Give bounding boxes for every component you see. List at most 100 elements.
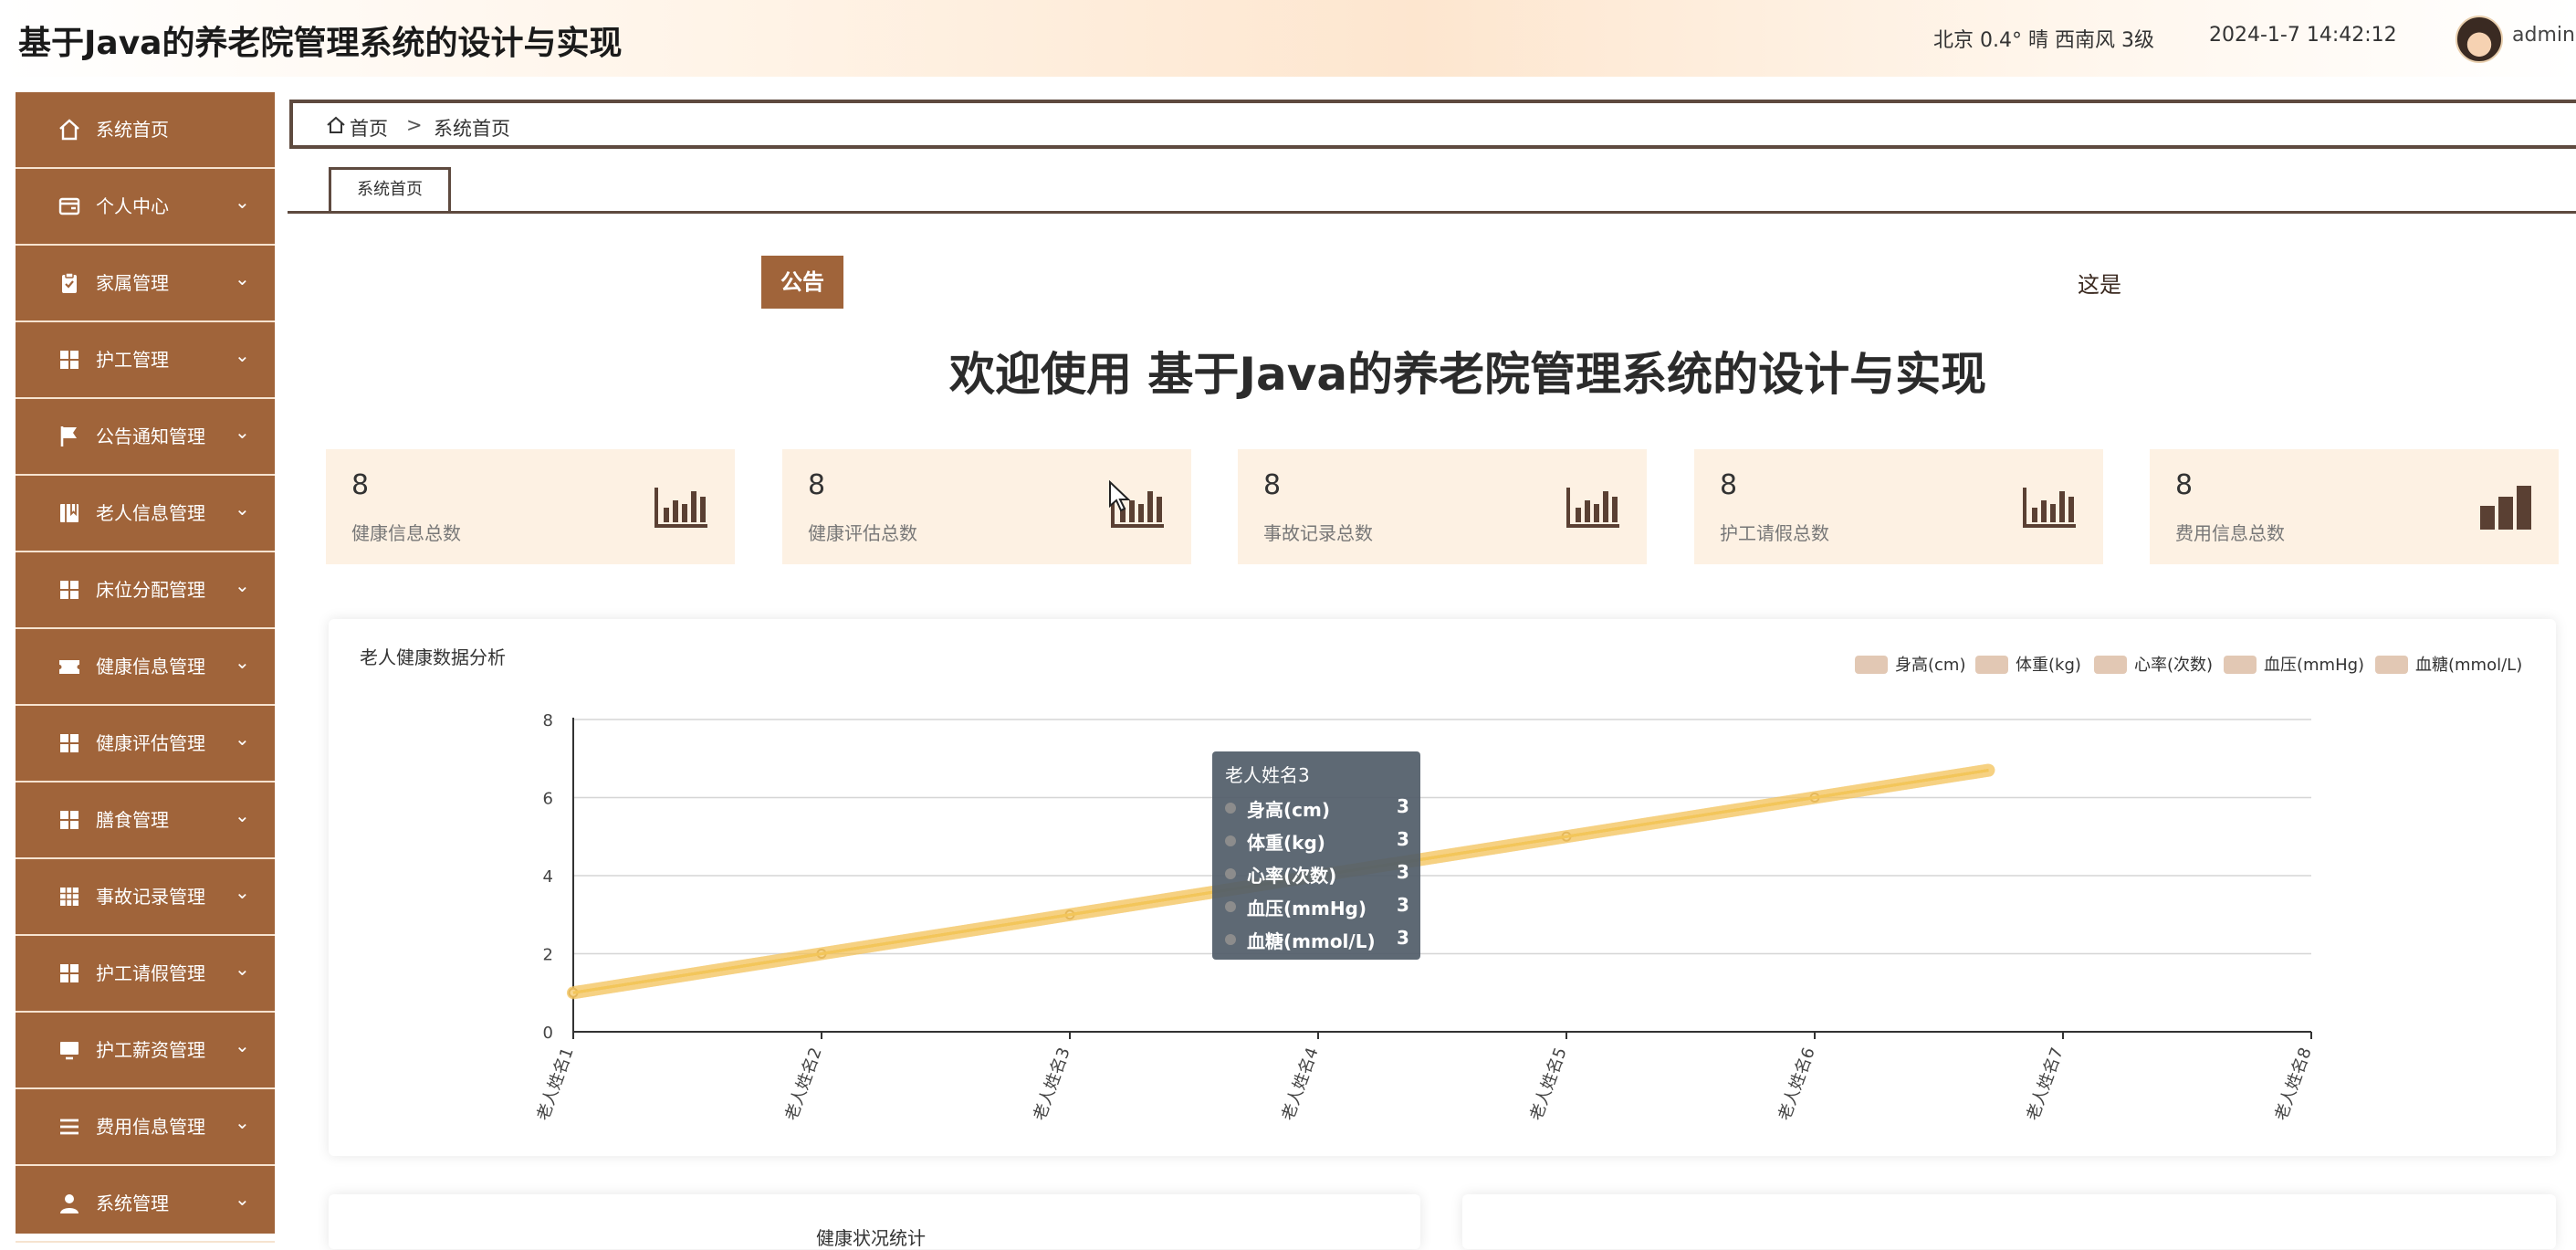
sidebar-item-5[interactable]: 老人信息管理 ⌄ (16, 476, 275, 552)
sidebar-item-10[interactable]: 事故记录管理 ⌄ (16, 859, 275, 936)
tooltip-dot (1225, 868, 1236, 879)
sidebar-item-4[interactable]: 公告通知管理 ⌄ (16, 399, 275, 476)
username[interactable]: admin (2512, 24, 2575, 47)
sidebar-item-11[interactable]: 护工请假管理 ⌄ (16, 936, 275, 1013)
sidebar-item-2[interactable]: 家属管理 ⌄ (16, 246, 275, 322)
x-tick-label: 老人姓名3 (1030, 1045, 1073, 1124)
user-icon (60, 1194, 79, 1213)
tooltip-series-value: 3 (1397, 828, 1409, 850)
stat-value: 8 (1263, 469, 1282, 501)
top-header: 基于Java的养老院管理系统的设计与实现 北京 0.4° 晴 西南风 3级 20… (0, 0, 2576, 77)
tooltip-series-name: 身高(cm) (1247, 799, 1330, 821)
bar-chart-icon (2023, 488, 2076, 528)
sidebar-item-label: 系统首页 (96, 119, 169, 141)
sidebar-item-label: 公告通知管理 (96, 425, 205, 447)
sidebar-item-label: 个人中心 (96, 195, 169, 217)
sidebar-item-6[interactable]: 床位分配管理 ⌄ (16, 552, 275, 629)
stat-card: 8 事故记录总数 (1238, 449, 1647, 564)
grid-icon (60, 811, 79, 829)
chevron-down-icon: ⌄ (235, 651, 250, 673)
list-icon (60, 1119, 79, 1135)
chart-tooltip: 老人姓名3 身高(cm) 3 体重(kg) 3 心率(次数) 3 血压(mmHg) 3 血糖(m… (1212, 751, 1420, 960)
home-icon (327, 116, 345, 133)
health-line-chart: 0 2 4 6 8 老人姓名1 老人姓名2 老人姓名3 老人姓名4 老人姓名5 老人姓名6 老人姓名7… (533, 711, 2315, 1124)
ticket-icon (59, 660, 79, 674)
grid-icon (60, 734, 79, 752)
sidebar-item-label: 老人信息管理 (96, 502, 205, 524)
bottom-panel-right (1462, 1194, 2556, 1249)
sidebar-item-13[interactable]: 费用信息管理 ⌄ (16, 1089, 275, 1166)
tooltip-series-value: 3 (1397, 894, 1409, 916)
tooltip-row: 体重(kg) 3 (1225, 826, 1409, 854)
chevron-down-icon: ⌄ (235, 574, 250, 596)
chevron-down-icon: ⌄ (235, 344, 250, 366)
grid-icon (60, 581, 79, 599)
chevron-down-icon: ⌄ (235, 881, 250, 903)
stat-value: 8 (1720, 469, 1738, 501)
x-tick-label: 老人姓名8 (2271, 1045, 2315, 1124)
welcome-heading: 欢迎使用 基于Java的养老院管理系统的设计与实现 (949, 348, 1987, 401)
chevron-down-icon: ⌄ (235, 804, 250, 826)
bar-chart-icon (1566, 488, 1619, 528)
datetime: 2024-1-7 14:42:12 (2209, 24, 2397, 47)
x-tick-label: 老人姓名5 (1526, 1045, 1570, 1124)
sidebar-item-label: 健康评估管理 (96, 732, 205, 754)
tooltip-series-name: 血糖(mmol/L) (1247, 930, 1376, 952)
tabs-divider (288, 211, 2576, 214)
sidebar: 系统首页 个人中心 ⌄ 家属管理 ⌄ 护工管理 ⌄ 公告通知管理 ⌄ 老人信息管理 ⌄ 床位分配管理 ⌄… (16, 92, 275, 1243)
sidebar-item-1[interactable]: 个人中心 ⌄ (16, 169, 275, 246)
stat-label: 护工请假总数 (1720, 522, 1829, 544)
y-tick-label: 8 (543, 711, 553, 730)
sidebar-item-label: 护工薪资管理 (96, 1039, 205, 1061)
stat-value: 8 (2175, 469, 2194, 501)
weather-info: 北京 0.4° 晴 西南风 3级 (1933, 29, 2154, 52)
breadcrumb: 首页 > 系统首页 (289, 100, 2576, 149)
stat-label: 健康评估总数 (808, 522, 917, 544)
tooltip-series-name: 体重(kg) (1247, 832, 1325, 854)
bottom-panel-left: 健康状况统计 (329, 1194, 1420, 1249)
tooltip-dot (1225, 835, 1236, 846)
sidebar-item-12[interactable]: 护工薪资管理 ⌄ (16, 1013, 275, 1089)
tooltip-series-value: 3 (1397, 927, 1409, 949)
sidebar-item-0[interactable]: 系统首页 (16, 92, 275, 169)
clipboard-icon (62, 272, 77, 293)
bar-chart-icon (654, 488, 707, 528)
tooltip-series-value: 3 (1397, 861, 1409, 883)
sidebar-item-label: 费用信息管理 (96, 1116, 205, 1138)
bar-chart-icon (2480, 486, 2531, 530)
sidebar-item-14[interactable]: 系统管理 ⌄ (16, 1166, 275, 1243)
grid-icon (60, 351, 79, 369)
sidebar-item-7[interactable]: 健康信息管理 ⌄ (16, 629, 275, 706)
tab-home[interactable]: 系统首页 (329, 167, 451, 211)
sidebar-item-8[interactable]: 健康评估管理 ⌄ (16, 706, 275, 783)
stat-card: 8 健康信息总数 (326, 449, 735, 564)
tooltip-row: 血压(mmHg) 3 (1225, 892, 1409, 919)
chevron-down-icon: ⌄ (235, 1035, 250, 1056)
stat-value: 8 (808, 469, 826, 501)
tooltip-series-name: 血压(mmHg) (1247, 898, 1367, 919)
book-icon (60, 504, 79, 522)
tooltip-title: 老人姓名3 (1225, 764, 1310, 786)
stat-card: 8 费用信息总数 (2150, 449, 2559, 564)
tooltip-row: 血糖(mmol/L) 3 (1225, 925, 1409, 952)
sidebar-item-label: 事故记录管理 (96, 886, 205, 908)
tooltip-dot (1225, 934, 1236, 945)
chevron-down-icon: ⌄ (235, 421, 250, 443)
breadcrumb-home-link[interactable]: 首页 (350, 114, 388, 142)
wallet-icon (58, 197, 80, 215)
grid-icon (60, 964, 79, 982)
sidebar-item-label: 膳食管理 (96, 809, 169, 831)
tooltip-dot (1225, 803, 1236, 814)
notice-marquee[interactable]: 这是 (2078, 267, 2127, 299)
bottom-panel-title: 健康状况统计 (816, 1227, 926, 1249)
tooltip-row: 心率(次数) 3 (1225, 859, 1409, 887)
avatar[interactable] (2456, 16, 2503, 63)
y-tick-label: 0 (543, 1024, 553, 1043)
chevron-down-icon: ⌄ (235, 1188, 250, 1210)
x-tick-label: 老人姓名4 (1278, 1045, 1322, 1124)
sidebar-item-3[interactable]: 护工管理 ⌄ (16, 322, 275, 399)
chevron-down-icon: ⌄ (235, 498, 250, 520)
stat-value: 8 (351, 469, 370, 501)
sidebar-item-9[interactable]: 膳食管理 ⌄ (16, 783, 275, 859)
sidebar-item-label: 护工请假管理 (96, 962, 205, 984)
